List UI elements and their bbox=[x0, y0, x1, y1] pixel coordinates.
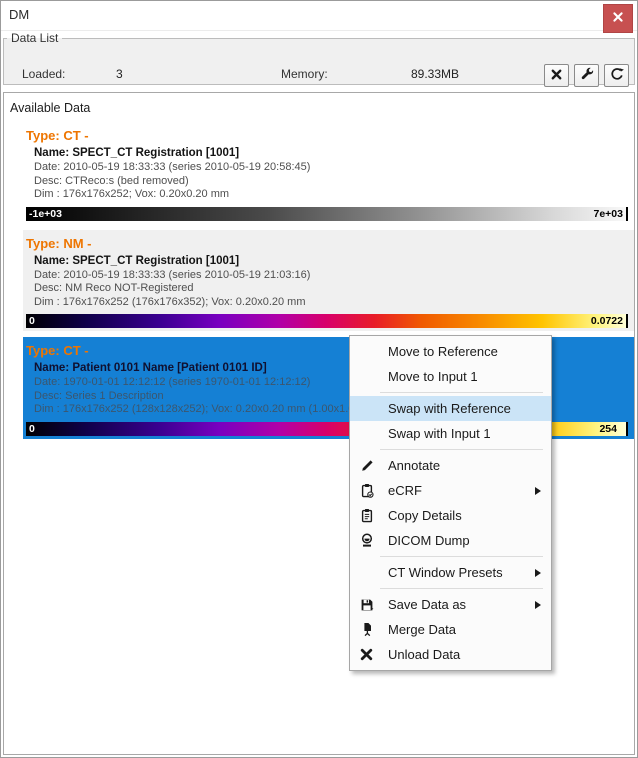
memory-value: 89.33MB bbox=[411, 67, 459, 81]
submenu-arrow-icon bbox=[535, 487, 541, 495]
close-button[interactable] bbox=[603, 4, 633, 33]
entry-desc: Desc: NM Reco NOT-Registered bbox=[34, 282, 628, 296]
colorbar-min-label: -1e+03 bbox=[29, 208, 62, 220]
menu-item-copy-details[interactable]: Copy Details bbox=[350, 503, 551, 528]
data-list-legend: Data List bbox=[7, 31, 62, 45]
window-title: DM bbox=[9, 7, 29, 22]
grayscale-colorbar: -1e+03 7e+03 bbox=[26, 207, 628, 221]
entry-date: Date: 2010-05-19 18:33:33 (series 2010-0… bbox=[34, 269, 628, 283]
memory-label: Memory: bbox=[281, 67, 328, 81]
refresh-button[interactable] bbox=[604, 64, 629, 87]
data-list-row: Loaded: 3 Memory: 89.33MB bbox=[4, 45, 634, 84]
menu-item-ct-window-presets[interactable]: CT Window Presets bbox=[350, 560, 551, 585]
colorbar-max-label: 254 bbox=[599, 423, 617, 435]
available-data-title: Available Data bbox=[4, 93, 634, 122]
entry-desc: Desc: CTReco:s (bed removed) bbox=[34, 175, 628, 189]
data-list-groupbox: Data List Loaded: 3 Memory: 89.33MB bbox=[3, 31, 635, 85]
clear-icon bbox=[550, 68, 563, 84]
menu-item-merge-data[interactable]: Merge Data bbox=[350, 617, 551, 642]
loaded-value: 3 bbox=[116, 67, 123, 81]
entry-name: Name: SPECT_CT Registration [1001] bbox=[34, 146, 628, 161]
colorbar-min-label: 0 bbox=[29, 315, 35, 327]
menu-item-unload-data[interactable]: Unload Data bbox=[350, 642, 551, 667]
submenu-arrow-icon bbox=[535, 569, 541, 577]
colorbar-max-label: 0.0722 bbox=[591, 315, 623, 327]
entry-name: Name: SPECT_CT Registration [1001] bbox=[34, 254, 628, 269]
entry-type: Type: NM - bbox=[26, 235, 628, 252]
entry-dim: Dim : 176x176x252; Vox: 0.20x0.20 mm bbox=[34, 188, 628, 202]
close-icon bbox=[612, 11, 624, 26]
clear-all-button[interactable] bbox=[544, 64, 569, 87]
merge-icon bbox=[360, 622, 382, 637]
data-entry-ct-1[interactable]: Type: CT - Name: SPECT_CT Registration [… bbox=[23, 122, 634, 224]
entry-dim: Dim : 176x176x252 (176x176x352); Vox: 0.… bbox=[34, 296, 628, 310]
menu-item-save-data-as[interactable]: Save Data as bbox=[350, 592, 551, 617]
loaded-label: Loaded: bbox=[22, 67, 65, 81]
context-menu: Move to Reference Move to Input 1 Swap w… bbox=[349, 335, 552, 671]
menu-item-move-to-reference[interactable]: Move to Reference bbox=[350, 339, 551, 364]
menu-item-swap-with-input-1[interactable]: Swap with Input 1 bbox=[350, 421, 551, 446]
refresh-icon bbox=[610, 67, 624, 84]
menu-separator bbox=[380, 449, 543, 450]
wrench-icon bbox=[580, 67, 594, 84]
data-entry-nm[interactable]: Type: NM - Name: SPECT_CT Registration [… bbox=[23, 230, 634, 332]
title-bar: DM bbox=[1, 1, 637, 31]
submenu-arrow-icon bbox=[535, 601, 541, 609]
menu-separator bbox=[380, 588, 543, 589]
menu-item-annotate[interactable]: Annotate bbox=[350, 453, 551, 478]
settings-wrench-button[interactable] bbox=[574, 64, 599, 87]
dm-window: DM Data List Loaded: 3 Memory: 89.33MB bbox=[0, 0, 638, 758]
menu-item-dicom-dump[interactable]: DICOM Dump bbox=[350, 528, 551, 553]
menu-separator bbox=[380, 556, 543, 557]
entry-type: Type: CT - bbox=[26, 127, 628, 144]
dicom-icon bbox=[360, 533, 382, 548]
unload-x-icon bbox=[360, 648, 382, 661]
pen-icon bbox=[360, 459, 382, 473]
floppy-icon bbox=[360, 598, 382, 612]
clipboard-check-icon bbox=[360, 483, 382, 498]
entry-date: Date: 2010-05-19 18:33:33 (series 2010-0… bbox=[34, 161, 628, 175]
menu-item-move-to-input-1[interactable]: Move to Input 1 bbox=[350, 364, 551, 389]
clipboard-icon bbox=[360, 508, 382, 523]
menu-item-swap-with-reference[interactable]: Swap with Reference bbox=[350, 396, 551, 421]
colorbar-min-label: 0 bbox=[29, 423, 35, 435]
colorbar-max-label: 7e+03 bbox=[594, 208, 624, 220]
menu-item-ecrf[interactable]: eCRF bbox=[350, 478, 551, 503]
hot-colorbar: 0 0.0722 bbox=[26, 314, 628, 328]
menu-separator bbox=[380, 392, 543, 393]
data-list-buttons bbox=[544, 64, 629, 87]
